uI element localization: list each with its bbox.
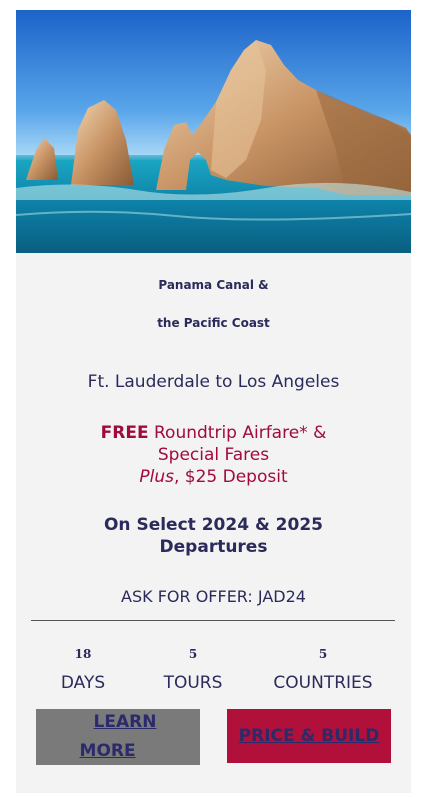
departures-line2: Departures <box>159 537 268 557</box>
stat-countries: 5 COUNTRIES <box>263 647 383 693</box>
offer-line1: Roundtrip Airfare* & <box>148 423 327 443</box>
offer-code: ASK FOR OFFER: JAD24 <box>121 587 306 606</box>
stat-days-label: DAYS <box>60 673 106 693</box>
price-build-button[interactable]: PRICE & BUILD <box>227 709 391 763</box>
tour-card: Panama Canal & the Pacific Coast Ft. Lau… <box>16 10 411 793</box>
departures-line1: On Select 2024 & 2025 <box>103 515 324 535</box>
tour-title-line1: Panama Canal & <box>158 278 269 292</box>
price-build-label[interactable]: PRICE & BUILD <box>239 722 380 751</box>
tour-title-line2: the Pacific Coast <box>157 316 270 330</box>
learn-more-line1[interactable]: LEARN <box>80 708 157 737</box>
stat-tours-label: TOURS <box>163 673 223 693</box>
tour-route: Ft. Lauderdale to Los Angeles <box>87 372 340 392</box>
departures-text: On Select 2024 & 2025 Departures <box>16 514 411 558</box>
rock-arch-illustration <box>16 10 411 253</box>
stat-countries-value: 5 <box>318 647 328 661</box>
learn-more-label[interactable]: LEARN MORE <box>80 708 157 766</box>
offer-plus: Plus <box>139 467 174 487</box>
learn-more-button[interactable]: LEARN MORE <box>36 709 200 765</box>
stat-tours-value: 5 <box>188 647 198 661</box>
offer-text: FREE Roundtrip Airfare* & Special Fares … <box>16 422 411 488</box>
stat-days-value: 18 <box>74 647 92 661</box>
learn-more-line2[interactable]: MORE <box>80 737 157 766</box>
offer-line2: Special Fares <box>157 445 270 465</box>
divider <box>31 620 395 621</box>
offer-line3: , $25 Deposit <box>173 467 288 487</box>
hero-image[interactable] <box>16 10 411 253</box>
stat-tours: 5 TOURS <box>133 647 253 693</box>
stat-days: 18 DAYS <box>23 647 143 693</box>
offer-free: FREE <box>100 423 149 443</box>
stat-countries-label: COUNTRIES <box>273 673 373 693</box>
